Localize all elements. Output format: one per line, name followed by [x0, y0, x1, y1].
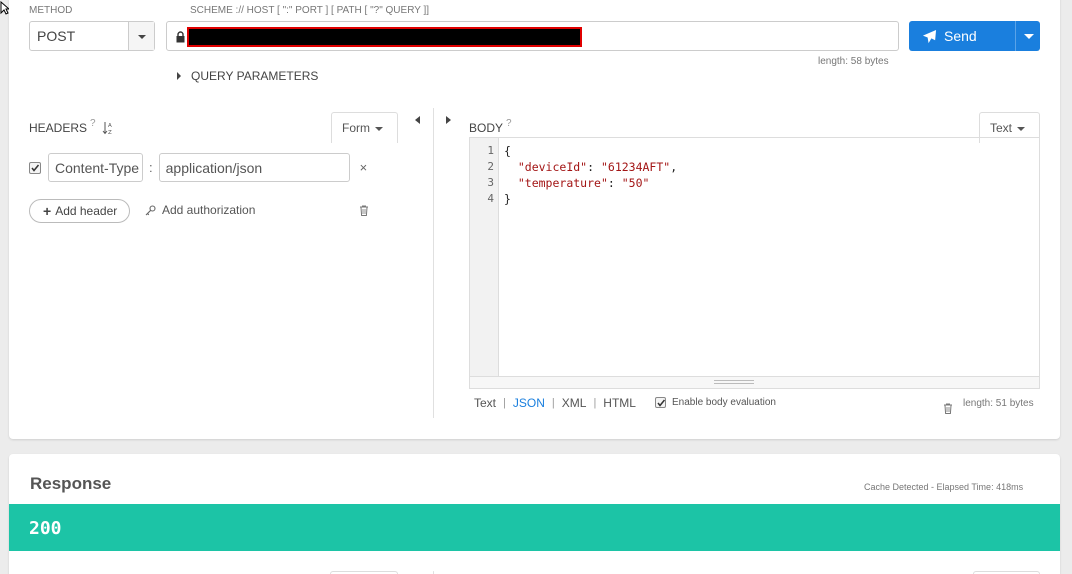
- header-key-input[interactable]: Content-Type: [48, 153, 143, 182]
- elapsed-time: Cache Detected - Elapsed Time: 418ms: [864, 482, 1024, 492]
- remove-header-icon[interactable]: ×: [360, 160, 368, 175]
- svg-text:A: A: [108, 123, 112, 129]
- code-line: "temperature": "50": [517, 176, 650, 190]
- send-options-toggle[interactable]: [1015, 21, 1040, 51]
- line-number: 3: [487, 176, 494, 189]
- header-enabled-checkbox[interactable]: [29, 161, 41, 174]
- code-line: {: [504, 144, 511, 158]
- editor-resize-bar[interactable]: [470, 376, 1039, 388]
- body-label: BODY: [469, 121, 504, 135]
- body-length: length: 51 bytes: [963, 398, 1034, 409]
- add-header-label: Add header: [55, 204, 118, 218]
- header-colon: :: [149, 160, 153, 175]
- lock-icon: [176, 31, 185, 43]
- json-value: "50": [621, 176, 650, 190]
- body-format-tabs: Text | JSON | XML | HTML: [474, 396, 636, 410]
- headers-label: HEADERS: [29, 121, 88, 135]
- code-line: "deviceId": "61234AFT",: [517, 160, 678, 174]
- method-dropdown-toggle[interactable]: [128, 22, 154, 50]
- method-caption: METHOD: [29, 5, 73, 16]
- send-label: Send: [944, 28, 977, 44]
- redacted-url: [187, 27, 582, 47]
- chevron-down-icon: [1024, 34, 1034, 39]
- headers-mode-label: Form: [342, 121, 370, 135]
- enable-eval-checkbox[interactable]: [655, 397, 666, 408]
- help-icon[interactable]: ?: [506, 118, 512, 129]
- chevron-down-icon: [138, 35, 146, 39]
- collapse-right-icon[interactable]: [446, 116, 451, 124]
- chevron-down-icon: [1017, 127, 1026, 131]
- method-select[interactable]: POST: [29, 21, 155, 51]
- add-header-button[interactable]: + Add header: [29, 199, 130, 223]
- separator: |: [593, 397, 597, 409]
- separator: |: [503, 397, 506, 409]
- body-title: BODY ?: [469, 118, 512, 136]
- status-bar: 200: [9, 504, 1060, 551]
- resize-grip-icon[interactable]: [714, 380, 754, 384]
- headers-mode-dropdown[interactable]: Form: [331, 112, 398, 143]
- enable-body-evaluation[interactable]: Enable body evaluation: [655, 397, 776, 408]
- json-value: "61234AFT": [600, 160, 671, 174]
- query-params-toggle[interactable]: QUERY PARAMETERS: [177, 69, 318, 83]
- enable-eval-label: Enable body evaluation: [672, 397, 776, 408]
- sort-az-icon[interactable]: A Z: [102, 121, 114, 135]
- tab-text[interactable]: Text: [474, 396, 496, 410]
- json-key: "deviceId": [517, 160, 588, 174]
- plus-icon: +: [43, 203, 52, 219]
- header-value-input[interactable]: application/json: [158, 153, 350, 182]
- status-code: 200: [29, 518, 62, 539]
- chevron-down-icon: [375, 127, 383, 131]
- url-caption: SCHEME :// HOST [ ":" PORT ] [ PATH [ "?…: [190, 5, 430, 16]
- help-icon[interactable]: ?: [90, 118, 96, 129]
- caret-right-icon: [177, 72, 181, 80]
- trash-icon[interactable]: [943, 403, 953, 414]
- query-params-label: QUERY PARAMETERS: [191, 69, 319, 83]
- json-key: "temperature": [517, 176, 608, 190]
- paper-plane-icon: [922, 29, 937, 43]
- method-value: POST: [37, 28, 76, 44]
- response-panel: Response Cache Detected - Elapsed Time: …: [9, 454, 1060, 574]
- column-divider[interactable]: [433, 108, 434, 418]
- line-number: 2: [487, 160, 494, 173]
- url-input[interactable]: [166, 21, 899, 51]
- response-title: Response: [30, 474, 112, 493]
- request-panel: METHOD SCHEME :// HOST [ ":" PORT ] [ PA…: [9, 0, 1060, 439]
- add-authorization-label: Add authorization: [162, 203, 256, 217]
- add-authorization-link[interactable]: Add authorization: [145, 203, 255, 217]
- separator: |: [551, 397, 555, 409]
- line-number: 4: [487, 192, 494, 205]
- key-icon: [145, 204, 156, 215]
- url-length: length: 58 bytes: [818, 56, 889, 67]
- svg-text:Z: Z: [108, 130, 112, 135]
- tab-html[interactable]: HTML: [603, 396, 636, 410]
- tab-json[interactable]: JSON: [513, 396, 545, 410]
- body-editor[interactable]: 1 2 3 4 { "deviceId": "61234AFT", "tempe…: [469, 137, 1040, 389]
- header-row: Content-Type : application/json ×: [29, 153, 367, 182]
- line-number: 1: [487, 144, 494, 157]
- body-mode-label: Text: [990, 121, 1013, 135]
- code-line: }: [504, 192, 511, 206]
- trash-icon[interactable]: [359, 205, 369, 216]
- tab-xml[interactable]: XML: [562, 396, 587, 410]
- collapse-left-icon[interactable]: [415, 116, 420, 124]
- send-main[interactable]: Send: [909, 21, 1015, 51]
- headers-title: HEADERS ? A Z: [29, 118, 114, 136]
- send-button[interactable]: Send: [909, 21, 1040, 51]
- line-number-gutter: 1 2 3 4: [470, 138, 499, 378]
